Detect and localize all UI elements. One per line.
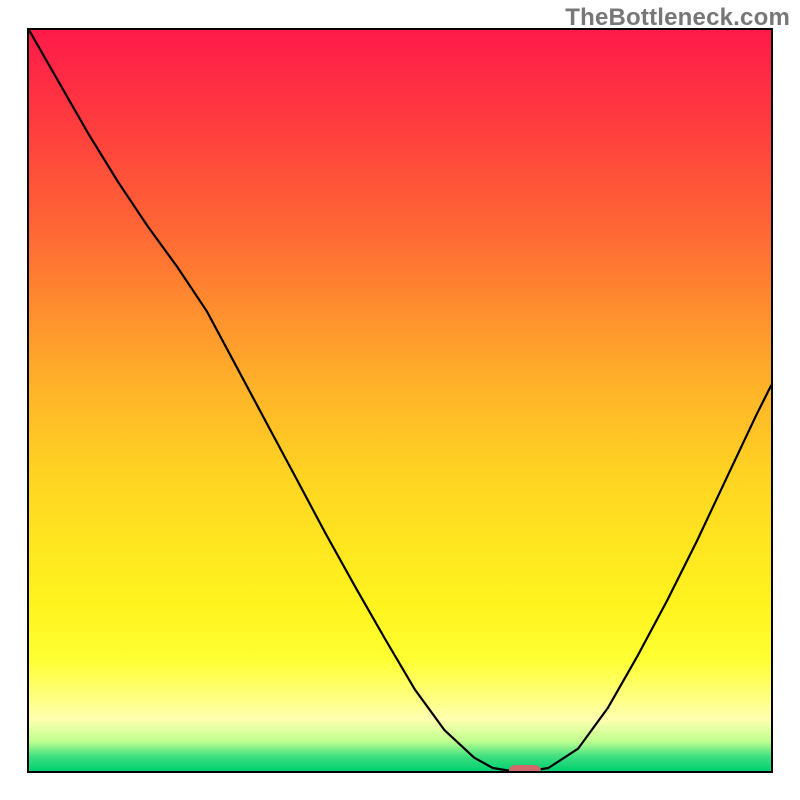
- curve-svg: [29, 30, 771, 771]
- plot-area: [27, 28, 773, 773]
- bottleneck-curve: [29, 30, 771, 771]
- chart-container: TheBottleneck.com: [0, 0, 800, 800]
- minimum-marker: [509, 765, 541, 773]
- watermark-text: TheBottleneck.com: [565, 4, 790, 32]
